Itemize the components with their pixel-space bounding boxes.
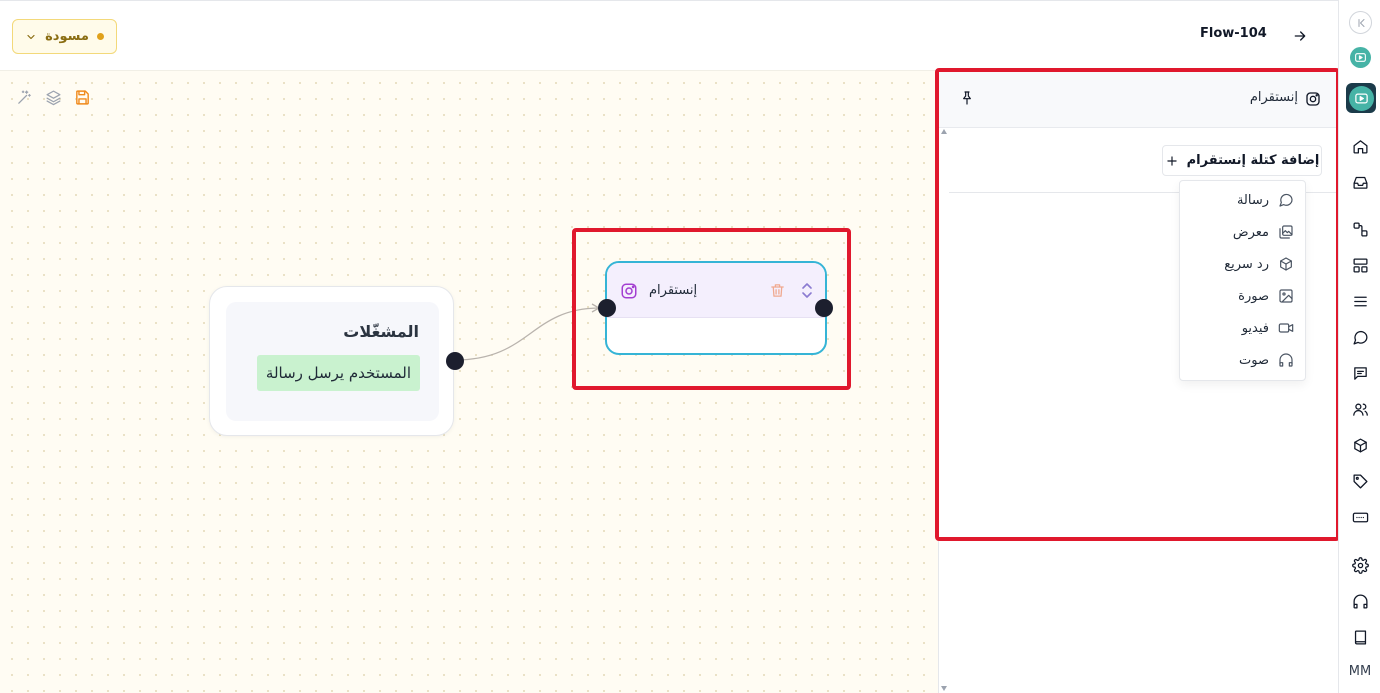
tag-icon[interactable]	[1352, 473, 1369, 490]
trigger-node-body: المشغّلات المستخدم يرسل رسالة	[226, 302, 439, 421]
status-dropdown[interactable]: مسودة	[12, 19, 117, 54]
scroll-down-arrow[interactable]	[941, 686, 947, 691]
menu-item-image[interactable]: صورة	[1180, 281, 1305, 311]
book-icon[interactable]	[1352, 629, 1369, 646]
trash-icon[interactable]	[769, 282, 786, 299]
headphones-icon	[1279, 353, 1293, 367]
menu-icon[interactable]	[1352, 293, 1369, 310]
add-block-label: إضافة كتلة إنستقرام	[1186, 153, 1320, 168]
edge-layer	[454, 303, 601, 361]
trigger-to-instagram-edge[interactable]	[454, 307, 599, 361]
box-icon[interactable]	[1352, 437, 1369, 454]
messages-icon[interactable]	[1352, 365, 1369, 382]
image-icon	[1279, 289, 1293, 303]
video-icon	[1278, 323, 1294, 333]
chevron-up-down-icon[interactable]	[800, 282, 814, 299]
package-icon	[1280, 257, 1292, 271]
arrow-right-icon[interactable]	[1292, 28, 1308, 44]
trigger-node[interactable]: المشغّلات المستخدم يرسل رسالة	[209, 286, 454, 436]
chevron-down-icon	[27, 34, 35, 39]
app-logo-icon	[1355, 53, 1366, 62]
inbox-icon[interactable]	[1352, 174, 1369, 191]
layout-icon[interactable]	[1352, 257, 1369, 274]
block-type-menu: رسالة معرض رد سريع صورة فيديو صوت	[1179, 180, 1306, 381]
chat-icon[interactable]	[1352, 329, 1369, 346]
app-logo	[1348, 85, 1374, 111]
instagram-output-handle[interactable]	[815, 299, 833, 317]
instagram-icon	[1306, 92, 1320, 106]
user-avatar[interactable]: MM	[1339, 664, 1380, 679]
panel-title: إنستقرام	[1249, 90, 1298, 105]
menu-item-video[interactable]: فيديو	[1180, 313, 1305, 343]
menu-item-quick-reply[interactable]: رد سريع	[1180, 249, 1305, 279]
app-switcher-small[interactable]	[1350, 47, 1371, 68]
right-rail: MM	[1338, 0, 1380, 693]
flow-title: Flow-104	[1200, 26, 1267, 41]
instagram-icon	[621, 283, 637, 299]
app-switcher-active[interactable]	[1346, 83, 1376, 113]
add-instagram-block-button[interactable]: إضافة كتلة إنستقرام	[1162, 145, 1322, 176]
collapse-sidebar-button[interactable]	[1349, 11, 1372, 34]
instagram-input-handle[interactable]	[598, 299, 616, 317]
flows-icon[interactable]	[1352, 221, 1369, 238]
app-logo-icon	[1354, 93, 1368, 103]
trigger-chip[interactable]: المستخدم يرسل رسالة	[256, 355, 420, 391]
settings-icon[interactable]	[1352, 557, 1369, 574]
status-dot	[96, 33, 104, 40]
pin-icon[interactable]	[959, 90, 975, 106]
plus-icon	[1166, 155, 1177, 166]
support-icon[interactable]	[1352, 593, 1369, 610]
collapse-icon	[1358, 18, 1364, 27]
menu-item-gallery[interactable]: معرض	[1180, 217, 1305, 247]
top-bar: مسودة Flow-104	[0, 0, 1338, 71]
scroll-up-arrow[interactable]	[941, 129, 947, 134]
trigger-node-title: المشغّلات	[343, 322, 419, 341]
instagram-node-header: إنستقرام	[607, 263, 825, 318]
trigger-output-handle[interactable]	[446, 352, 464, 370]
home-icon[interactable]	[1352, 138, 1369, 155]
flow-canvas[interactable]: المشغّلات المستخدم يرسل رسالة إنستقرام	[0, 71, 938, 693]
menu-item-message[interactable]: رسالة	[1180, 185, 1305, 215]
instagram-node-title: إنستقرام	[649, 283, 698, 298]
message-circle-icon	[1279, 193, 1293, 207]
instagram-node[interactable]: إنستقرام	[605, 261, 827, 355]
node-settings-panel: إنستقرام إضافة كتلة إنستقرام رسالة معرض …	[935, 68, 1340, 693]
keyboard-icon[interactable]	[1352, 509, 1369, 526]
menu-item-audio[interactable]: صوت	[1180, 345, 1305, 375]
panel-header: إنستقرام	[939, 71, 1338, 128]
status-label: مسودة	[45, 29, 89, 44]
gallery-icon	[1279, 225, 1293, 239]
users-icon[interactable]	[1352, 401, 1369, 418]
